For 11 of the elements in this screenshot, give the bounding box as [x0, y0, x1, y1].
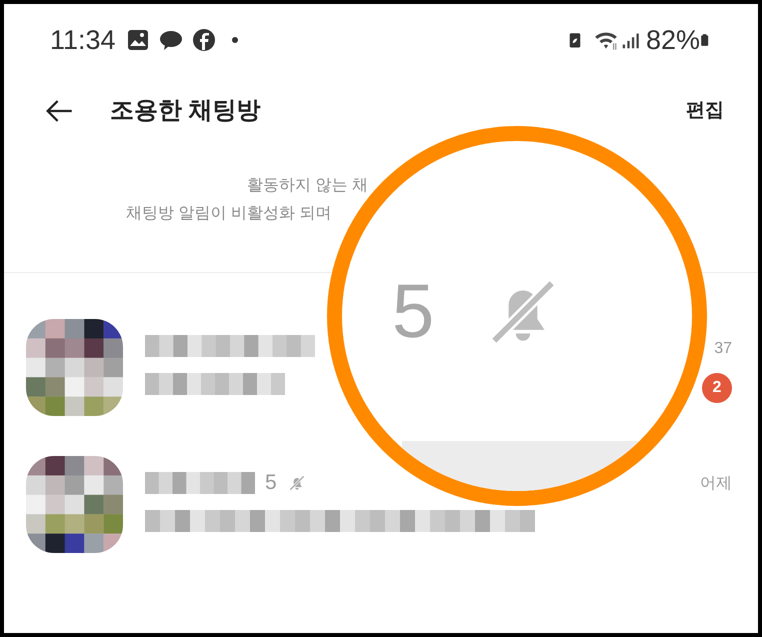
battery-percent: 82%	[646, 24, 700, 57]
notice-text: 활동하지 않는 채	[246, 176, 369, 196]
member-count: 5	[265, 470, 277, 496]
unread-badge: 2	[702, 373, 732, 403]
notice-text: 채팅방 알림이 비활성화 되며	[125, 204, 332, 224]
chat-time: 37	[714, 339, 732, 359]
magnified-count: 5	[392, 272, 434, 352]
clock-time: 11:34	[50, 24, 116, 57]
chat-time: 어제	[700, 474, 732, 494]
edit-button[interactable]: 편집	[686, 96, 724, 126]
screen-title: 조용한 채팅방	[110, 96, 261, 126]
